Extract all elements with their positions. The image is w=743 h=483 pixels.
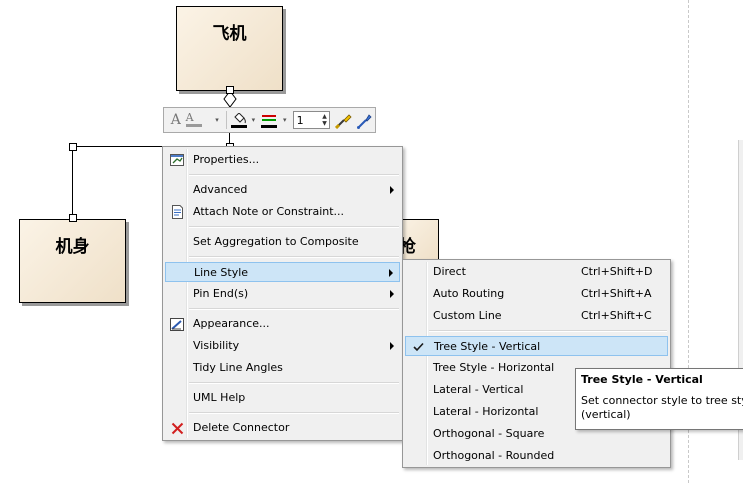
delete-icon <box>169 420 185 436</box>
chevron-down-icon[interactable]: ▾ <box>213 110 221 130</box>
menu-item-set-aggregation[interactable]: Set Aggregation to Composite <box>165 232 400 252</box>
menu-item-label: Custom Line <box>433 309 502 322</box>
properties-icon <box>169 152 185 168</box>
submenu-arrow-icon <box>389 269 393 277</box>
menu-item-label: Appearance... <box>193 317 270 330</box>
menu-item-attach-note[interactable]: Attach Note or Constraint... <box>165 202 400 222</box>
chevron-down-icon[interactable]: ▾ <box>281 110 289 130</box>
note-icon <box>169 204 185 220</box>
menu-item-tooltip: Tree Style - Vertical Set connector styl… <box>575 368 743 430</box>
connector-format-toolbar: A A ▾ ▾ ▾ 1 ▲ ▼ <box>163 107 376 133</box>
paintbrush-icon <box>335 113 352 129</box>
stepper-arrows-icon[interactable]: ▲ ▼ <box>322 113 329 127</box>
menu-item-tree-style-vertical[interactable]: Tree Style - Vertical <box>405 336 668 356</box>
menu-item-delete-connector[interactable]: Delete Connector <box>165 418 400 438</box>
menu-item-visibility[interactable]: Visibility <box>165 336 400 356</box>
menu-item-label: Line Style <box>194 266 249 279</box>
menu-item-label: Advanced <box>193 183 248 196</box>
menu-item-uml-help[interactable]: UML Help <box>165 388 400 408</box>
font-color-swatch <box>185 124 202 127</box>
line-width-stepper[interactable]: 1 ▲ ▼ <box>292 111 330 129</box>
menu-item-label: Tree Style - Horizontal <box>433 361 555 374</box>
menu-item-properties[interactable]: Properties... <box>165 150 400 170</box>
menu-item-shortcut: Ctrl+Shift+C <box>581 309 652 322</box>
eyedropper-icon <box>357 113 372 129</box>
menu-item-label: Pin End(s) <box>193 287 249 300</box>
appearance-icon <box>169 316 185 332</box>
menu-separator <box>189 308 399 310</box>
menu-item-label: Orthogonal - Rounded <box>433 449 555 462</box>
format-painter-button[interactable] <box>334 110 354 130</box>
menu-item-direct[interactable]: Direct Ctrl+Shift+D <box>405 262 668 282</box>
menu-item-label: Tidy Line Angles <box>193 361 283 374</box>
menu-item-shortcut: Ctrl+Shift+D <box>581 265 653 278</box>
pick-style-button[interactable] <box>355 110 373 130</box>
line-style-submenu: Direct Ctrl+Shift+D Auto Routing Ctrl+Sh… <box>402 259 671 468</box>
tooltip-body: Set connector style to tree style (verti… <box>581 394 743 421</box>
menu-item-appearance[interactable]: Appearance... <box>165 314 400 334</box>
menu-separator <box>429 330 667 332</box>
menu-item-label: Visibility <box>193 339 240 352</box>
paint-bucket-icon <box>233 112 246 123</box>
connector-handle[interactable] <box>69 143 77 151</box>
checkmark-icon <box>410 339 426 355</box>
line-color-swatch <box>261 124 278 128</box>
class-box-fuselage[interactable]: 机身 <box>19 219 126 303</box>
menu-item-label: Delete Connector <box>193 421 290 434</box>
toolbar-separator <box>225 111 227 129</box>
menu-item-tidy-line-angles[interactable]: Tidy Line Angles <box>165 358 400 378</box>
menu-separator <box>189 412 399 414</box>
class-box-aircraft[interactable]: 飞机 <box>176 6 283 91</box>
tooltip-title: Tree Style - Vertical <box>581 373 703 386</box>
menu-item-pin-ends[interactable]: Pin End(s) <box>165 284 400 304</box>
menu-item-label: Properties... <box>193 153 260 166</box>
line-color-button[interactable] <box>259 110 279 130</box>
fill-color-swatch <box>230 124 247 128</box>
submenu-arrow-icon <box>390 290 394 298</box>
submenu-arrow-icon <box>390 186 394 194</box>
connector-context-menu: Properties... Advanced Attach Note or Co… <box>162 146 403 441</box>
menu-separator <box>189 382 399 384</box>
menu-item-orthogonal-rounded[interactable]: Orthogonal - Rounded <box>405 446 668 466</box>
menu-item-auto-routing[interactable]: Auto Routing Ctrl+Shift+A <box>405 284 668 304</box>
menu-item-advanced[interactable]: Advanced <box>165 180 400 200</box>
menu-item-label: Set Aggregation to Composite <box>193 235 359 248</box>
menu-item-line-style[interactable]: Line Style <box>165 262 400 282</box>
connector-handle[interactable] <box>226 86 234 94</box>
menu-item-label: UML Help <box>193 391 246 404</box>
menu-separator <box>189 256 399 258</box>
menu-item-custom-line[interactable]: Custom Line Ctrl+Shift+C <box>405 306 668 326</box>
font-icon[interactable]: A <box>168 110 184 130</box>
menu-separator <box>189 174 399 176</box>
font-color-button[interactable]: A <box>185 110 211 130</box>
connector-handle[interactable] <box>69 214 77 222</box>
menu-item-label: Auto Routing <box>433 287 505 300</box>
menu-item-shortcut: Ctrl+Shift+A <box>581 287 652 300</box>
menu-separator <box>189 226 399 228</box>
connector-branch-left[interactable] <box>72 146 73 218</box>
line-width-value: 1 <box>296 113 304 127</box>
class-name: 机身 <box>55 237 90 257</box>
chevron-down-icon[interactable]: ▾ <box>249 110 257 130</box>
fill-color-button[interactable] <box>230 110 248 130</box>
submenu-arrow-icon <box>390 342 394 350</box>
menu-item-label: Direct <box>433 265 466 278</box>
menu-item-label: Lateral - Horizontal <box>433 405 539 418</box>
class-name: 飞机 <box>212 24 247 44</box>
line-color-icon <box>262 114 277 121</box>
font-color-icon: A <box>185 111 194 124</box>
menu-item-label: Tree Style - Vertical <box>434 340 541 353</box>
menu-item-label: Orthogonal - Square <box>433 427 545 440</box>
menu-item-label: Attach Note or Constraint... <box>193 205 345 218</box>
menu-item-label: Lateral - Vertical <box>433 383 524 396</box>
